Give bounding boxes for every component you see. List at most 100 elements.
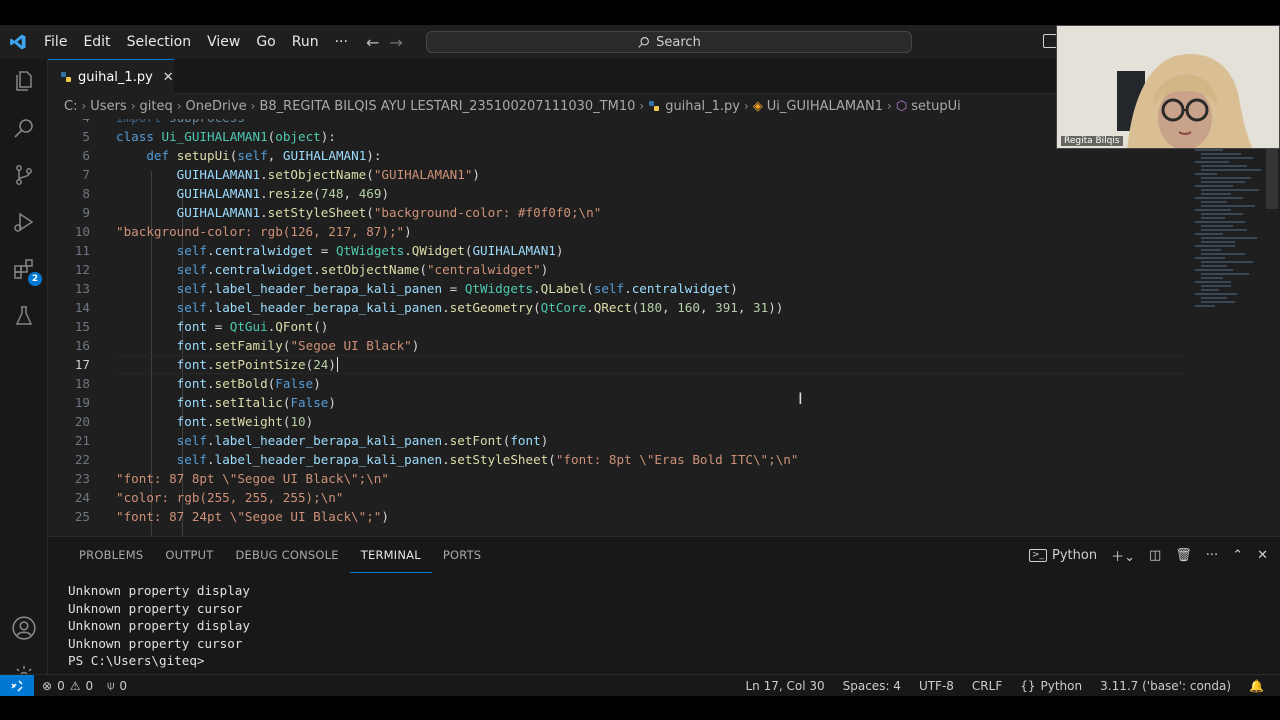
minimap-line (1201, 277, 1223, 279)
remote-indicator-icon[interactable] (0, 674, 34, 696)
terminal-shell-selector[interactable]: >_ Python (1028, 548, 1097, 563)
indentation-status[interactable]: Spaces: 4 (843, 679, 901, 693)
cursor-position[interactable]: Ln 17, Col 30 (745, 679, 824, 693)
accounts-icon[interactable] (10, 614, 38, 642)
code-line[interactable]: 5 class Ui_GUIHALAMAN1(object): (48, 127, 1188, 146)
new-terminal-icon[interactable]: ＋⌄ (1111, 546, 1135, 565)
code-line[interactable]: 12 self.centralwidget.setObjectName("cen… (48, 260, 1188, 279)
code-text: font.setBold(False) (176, 376, 321, 391)
code-line[interactable]: 14 self.label_header_berapa_kali_panen.s… (48, 298, 1188, 317)
trash-icon[interactable]: 🗑 (1175, 548, 1192, 563)
code-line[interactable]: 8 GUIHALAMAN1.resize(748, 469) (48, 184, 1188, 203)
code-editor[interactable]: 4 import subprocess 5 class Ui_GUIHALAMAN1(… (48, 119, 1280, 536)
search-icon[interactable] (10, 114, 38, 142)
extensions-badge: 2 (28, 272, 42, 286)
tab-guihal-1-py[interactable]: guihal_1.py ✕ (48, 59, 174, 94)
command-center-search[interactable]: Search (426, 31, 912, 53)
menu-edit[interactable]: Edit (75, 25, 118, 59)
code-line[interactable]: 11 self.centralwidget = QtWidgets.QWidge… (48, 241, 1188, 260)
tab-problems[interactable]: PROBLEMS (68, 537, 154, 573)
code-line[interactable]: 10 "background-color: rgb(126, 217, 87);"… (48, 222, 1188, 241)
source-control-icon[interactable] (10, 161, 38, 189)
line-number: 16 (74, 338, 90, 353)
minimap-line (1195, 293, 1237, 295)
line-number: 23 (74, 471, 90, 486)
tab-label: guihal_1.py (78, 69, 153, 85)
close-panel-icon[interactable]: ✕ (1257, 548, 1268, 563)
python-file-icon (649, 101, 660, 111)
language-mode[interactable]: {} Python (1020, 679, 1082, 693)
minimap[interactable] (1195, 119, 1265, 319)
code-text: GUIHALAMAN1.setStyleSheet("background-co… (176, 205, 602, 220)
menu-selection[interactable]: Selection (119, 25, 200, 59)
notifications-bell-icon[interactable]: 🔔 (1249, 679, 1264, 693)
minimap-line (1201, 189, 1259, 191)
breadcrumb-item[interactable]: B8_REGITA BILQIS AYU LESTARI_23510020711… (259, 99, 635, 114)
menu-go[interactable]: Go (248, 25, 283, 59)
code-text: GUIHALAMAN1.setObjectName("GUIHALAMAN1") (176, 167, 481, 182)
editor-scrollbar[interactable] (1266, 149, 1278, 209)
maximize-panel-icon[interactable]: ⌃ (1232, 548, 1243, 563)
eol-status[interactable]: CRLF (972, 679, 1002, 693)
code-line[interactable]: 19 font.setItalic(False) (48, 393, 1188, 412)
code-line[interactable]: 17 font.setPointSize(24) (48, 355, 1188, 374)
breadcrumb-item[interactable]: OneDrive (186, 99, 247, 114)
split-terminal-icon[interactable]: ◫ (1149, 548, 1161, 563)
menu-view[interactable]: View (199, 25, 248, 59)
code-line[interactable]: 9 GUIHALAMAN1.setStyleSheet("background-… (48, 203, 1188, 222)
toggle-sidebar-icon[interactable] (1043, 34, 1057, 48)
code-line[interactable]: 23 "font: 87 8pt \"Segoe UI Black\";\n" (48, 469, 1188, 488)
breadcrumb-item[interactable]: C: (64, 99, 77, 114)
breadcrumb-item[interactable]: Ui_GUIHALAMAN1 (767, 99, 883, 114)
tab-debug-console[interactable]: DEBUG CONSOLE (224, 537, 349, 573)
ports-status[interactable]: ⍦ 0 (107, 678, 127, 693)
tab-output[interactable]: OUTPUT (154, 537, 224, 573)
forward-arrow-icon[interactable]: → (389, 33, 402, 52)
menu-more[interactable]: ··· (327, 25, 356, 59)
python-interpreter[interactable]: 3.11.7 ('base': conda) (1100, 679, 1231, 693)
code-line[interactable]: 16 font.setFamily("Segoe UI Black") (48, 336, 1188, 355)
code-line[interactable]: 7 GUIHALAMAN1.setObjectName("GUIHALAMAN1… (48, 165, 1188, 184)
more-actions-icon[interactable]: ··· (1206, 548, 1218, 563)
code-line[interactable]: 6 def setupUi(self, GUIHALAMAN1): (48, 146, 1188, 165)
breadcrumb-item[interactable]: guihal_1.py (665, 99, 740, 114)
breadcrumb-item[interactable]: Users (90, 99, 126, 114)
code-line[interactable]: 22 self.label_header_berapa_kali_panen.s… (48, 450, 1188, 469)
breadcrumb-item[interactable]: giteq (140, 99, 173, 114)
encoding-status[interactable]: UTF-8 (919, 679, 954, 693)
minimap-line (1201, 217, 1225, 219)
back-arrow-icon[interactable]: ← (366, 33, 379, 52)
code-line[interactable]: 21 self.label_header_berapa_kali_panen.s… (48, 431, 1188, 450)
line-number: 18 (74, 376, 90, 391)
line-number: 21 (74, 433, 90, 448)
code-text: self.label_header_berapa_kali_panen.setF… (176, 433, 549, 448)
minimap-line (1201, 253, 1245, 255)
code-line[interactable]: 4 import subprocess (48, 119, 1188, 127)
code-line[interactable]: 18 font.setBold(False) (48, 374, 1188, 393)
menu-run[interactable]: Run (284, 25, 327, 59)
extensions-icon[interactable]: 2 (10, 255, 42, 286)
terminal-output-line: Unknown property cursor (68, 600, 243, 616)
code-text: self.centralwidget = QtWidgets.QWidget(G… (176, 243, 564, 258)
minimap-line (1195, 149, 1223, 151)
problems-status[interactable]: ⊗ 0 ⚠ 0 (42, 679, 93, 693)
code-line[interactable]: 25 "font: 87 24pt \"Segoe UI Black\";") (48, 507, 1188, 526)
error-icon: ⊗ (42, 678, 53, 693)
tab-ports[interactable]: PORTS (432, 537, 492, 573)
line-number: 15 (74, 319, 90, 334)
close-icon[interactable]: ✕ (163, 70, 174, 85)
breadcrumb-item[interactable]: setupUi (911, 99, 961, 114)
minimap-line (1201, 301, 1235, 303)
explorer-icon[interactable] (10, 67, 38, 95)
testing-icon[interactable] (10, 302, 38, 330)
code-line[interactable]: 24 "color: rgb(255, 255, 255);\n" (48, 488, 1188, 507)
code-line[interactable]: 20 font.setWeight(10) (48, 412, 1188, 431)
code-line[interactable]: 13 self.label_header_berapa_kali_panen =… (48, 279, 1188, 298)
tab-terminal[interactable]: TERMINAL (349, 537, 432, 573)
code-line[interactable]: 15 font = QtGui.QFont() (48, 317, 1188, 336)
vscode-logo-icon (0, 25, 36, 59)
minimap-line (1195, 233, 1223, 235)
minimap-line (1195, 269, 1233, 271)
menu-file[interactable]: File (36, 25, 75, 59)
run-debug-icon[interactable] (10, 208, 38, 236)
